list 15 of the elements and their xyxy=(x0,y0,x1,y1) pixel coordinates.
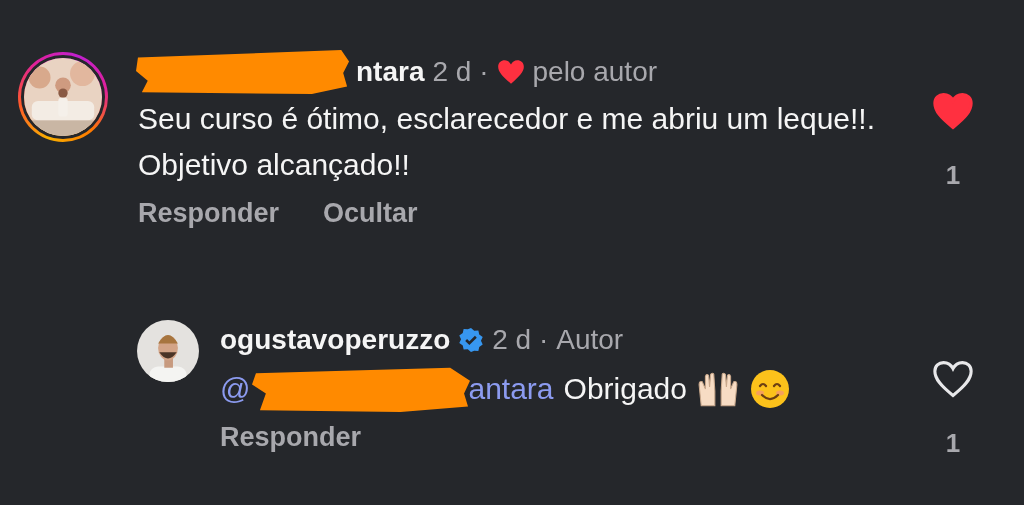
timestamp: 2 d · xyxy=(432,56,489,88)
author-label: Autor xyxy=(556,324,624,356)
comment-text: Seu curso é ótimo, esclarecedor e me abriu um leque!!. Objetivo alcançado!! xyxy=(138,101,877,183)
timestamp: 2 d · xyxy=(492,324,549,356)
username[interactable]: ntara xyxy=(356,56,425,88)
reply-button[interactable]: Responder xyxy=(220,422,362,453)
hide-button[interactable]: Ocultar xyxy=(323,198,418,229)
mention-link[interactable]: @ xyxy=(220,366,251,412)
author-label: pelo autor xyxy=(532,56,658,88)
like-count: 1 xyxy=(945,428,961,459)
reply-button[interactable]: Responder xyxy=(138,198,280,229)
mention-link[interactable]: antara xyxy=(468,366,554,412)
username[interactable]: ogustavoperuzzo xyxy=(220,324,451,356)
like-count: 1 xyxy=(945,160,961,191)
comment-text: Obrigado xyxy=(563,371,687,407)
